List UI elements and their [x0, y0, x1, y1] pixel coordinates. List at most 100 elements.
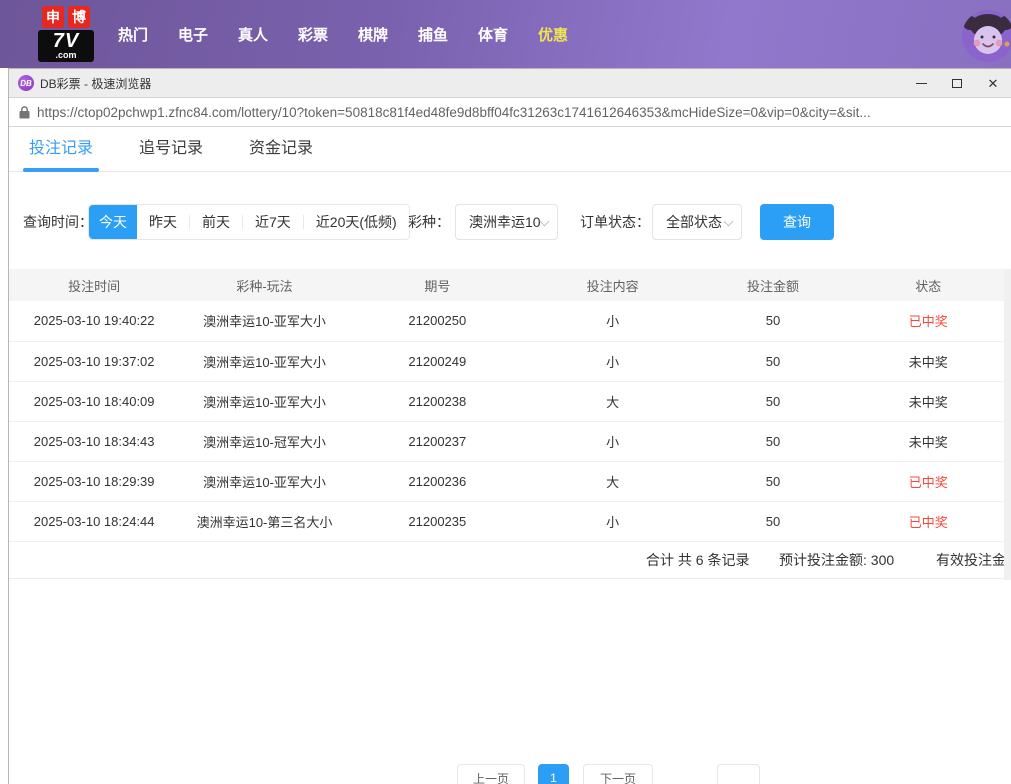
cell-status: 未中奖 — [846, 381, 1011, 421]
cell-amount: 50 — [700, 381, 845, 421]
time-option-3[interactable]: 前天 — [190, 205, 242, 239]
lock-icon — [19, 106, 30, 119]
next-page-button[interactable]: 下一页 — [583, 764, 653, 784]
url-text[interactable]: https://ctop02pchwp1.zfnc84.com/lottery/… — [37, 105, 871, 120]
cell-time: 2025-03-10 18:34:43 — [9, 421, 179, 461]
summary-expected-amount: 预计投注金额: 300 — [779, 541, 894, 579]
window-titlebar[interactable]: DB DB彩票 - 极速浏览器 ✕ — [9, 69, 1011, 98]
table-row: 2025-03-10 18:24:44澳洲幸运10-第三名大小21200235小… — [9, 501, 1011, 541]
cell-content: 大 — [525, 461, 700, 501]
logo-char-1: 申 — [42, 6, 64, 28]
status-select[interactable]: 全部状态 — [652, 204, 742, 240]
tab-chase-records[interactable]: 追号记录 — [139, 127, 203, 172]
cell-time: 2025-03-10 19:40:22 — [9, 301, 179, 341]
column-header: 期号 — [350, 269, 525, 301]
nav-item-8[interactable]: 优惠 — [523, 24, 583, 45]
site-logo[interactable]: 申 博 7V .com — [38, 6, 94, 62]
column-header: 投注内容 — [525, 269, 700, 301]
scrollbar-track[interactable] — [1004, 269, 1011, 580]
address-bar[interactable]: https://ctop02pchwp1.zfnc84.com/lottery/… — [9, 98, 1011, 127]
nav-item-1[interactable]: 热门 — [103, 24, 163, 45]
cell-content: 小 — [525, 501, 700, 541]
time-option-4[interactable]: 近7天 — [243, 205, 303, 239]
cell-status: 已中奖 — [846, 301, 1011, 341]
search-button[interactable]: 查询 — [760, 204, 834, 240]
time-option-5[interactable]: 近20天(低频) — [304, 205, 409, 239]
nav-item-6[interactable]: 捕鱼 — [403, 24, 463, 45]
time-option-2[interactable]: 昨天 — [137, 205, 189, 239]
close-button[interactable]: ✕ — [975, 69, 1011, 98]
cell-game: 澳洲幸运10-亚军大小 — [179, 461, 349, 501]
cell-time: 2025-03-10 18:29:39 — [9, 461, 179, 501]
minimize-button[interactable] — [903, 69, 939, 98]
browser-window: DB DB彩票 - 极速浏览器 ✕ https://ctop02pchwp1.z… — [8, 68, 1011, 784]
cell-issue: 21200250 — [350, 301, 525, 341]
nav-item-3[interactable]: 真人 — [223, 24, 283, 45]
window-controls: ✕ — [903, 69, 1011, 98]
logo-main-text: 7V — [38, 31, 94, 51]
cell-status: 未中奖 — [846, 341, 1011, 381]
chevron-down-icon — [724, 217, 734, 227]
cell-game: 澳洲幸运10-亚军大小 — [179, 381, 349, 421]
nav-item-5[interactable]: 棋牌 — [343, 24, 403, 45]
maximize-button[interactable] — [939, 69, 975, 98]
cell-status: 已中奖 — [846, 501, 1011, 541]
column-header: 投注时间 — [9, 269, 179, 301]
filter-bar: 查询时间： 今天昨天前天近7天近20天(低频) 彩种： 澳洲幸运10 订单状态：… — [9, 204, 1011, 240]
lottery-filter-label: 彩种： — [408, 204, 450, 240]
top-navbar: 申 博 7V .com 热门电子真人彩票棋牌捕鱼体育优惠 — [0, 0, 1011, 68]
user-avatar[interactable] — [962, 10, 1011, 62]
cell-status: 已中奖 — [846, 461, 1011, 501]
cell-amount: 50 — [700, 461, 845, 501]
summary-row: 合计 共 6 条记录 预计投注金额: 300 有效投注金额 — [9, 541, 1011, 579]
cell-time: 2025-03-10 18:40:09 — [9, 381, 179, 421]
nav-item-4[interactable]: 彩票 — [283, 24, 343, 45]
window-title: DB彩票 - 极速浏览器 — [40, 75, 151, 92]
cell-game: 澳洲幸运10-冠军大小 — [179, 421, 349, 461]
logo-main-block: 7V .com — [38, 30, 94, 62]
logo-char-2: 博 — [68, 6, 90, 28]
tab-fund-records[interactable]: 资金记录 — [249, 127, 313, 172]
current-page-button[interactable]: 1 — [538, 764, 569, 784]
table-row: 2025-03-10 18:34:43澳洲幸运10-冠军大小21200237小5… — [9, 421, 1011, 461]
nav-item-7[interactable]: 体育 — [463, 24, 523, 45]
cell-time: 2025-03-10 18:24:44 — [9, 501, 179, 541]
cell-amount: 50 — [700, 421, 845, 461]
page-content: 投注记录 追号记录 资金记录 查询时间： 今天昨天前天近7天近20天(低频) 彩… — [9, 127, 1011, 783]
avatar-image — [962, 10, 1011, 62]
cell-issue: 21200238 — [350, 381, 525, 421]
bet-records-table: 投注时间彩种-玩法期号投注内容投注金额状态 2025-03-10 19:40:2… — [9, 269, 1011, 542]
chevron-down-icon — [540, 217, 550, 227]
column-header: 彩种-玩法 — [179, 269, 349, 301]
logo-sub-text: .com — [38, 51, 94, 60]
page-jump-box[interactable] — [717, 764, 760, 784]
time-filter-label: 查询时间： — [23, 204, 93, 240]
tab-bar: 投注记录 追号记录 资金记录 — [9, 127, 1011, 172]
cell-content: 大 — [525, 381, 700, 421]
cell-issue: 21200236 — [350, 461, 525, 501]
time-option-1[interactable]: 今天 — [89, 205, 137, 239]
cell-issue: 21200249 — [350, 341, 525, 381]
cell-game: 澳洲幸运10-第三名大小 — [179, 501, 349, 541]
column-header: 状态 — [846, 269, 1011, 301]
cell-game: 澳洲幸运10-亚军大小 — [179, 301, 349, 341]
cell-content: 小 — [525, 421, 700, 461]
pagination: 上一页 1 下一页 — [9, 764, 1011, 784]
tab-bet-records[interactable]: 投注记录 — [29, 127, 93, 172]
cell-content: 小 — [525, 341, 700, 381]
table-header-row: 投注时间彩种-玩法期号投注内容投注金额状态 — [9, 269, 1011, 301]
cell-issue: 21200237 — [350, 421, 525, 461]
lottery-select-value: 澳洲幸运10 — [469, 212, 541, 232]
cell-amount: 50 — [700, 501, 845, 541]
table-row: 2025-03-10 18:29:39澳洲幸运10-亚军大小21200236大5… — [9, 461, 1011, 501]
table-row: 2025-03-10 19:37:02澳洲幸运10-亚军大小21200249小5… — [9, 341, 1011, 381]
cell-time: 2025-03-10 19:37:02 — [9, 341, 179, 381]
browser-favicon-icon: DB — [18, 75, 34, 91]
cell-status: 未中奖 — [846, 421, 1011, 461]
table-row: 2025-03-10 18:40:09澳洲幸运10-亚军大小21200238大5… — [9, 381, 1011, 421]
cell-amount: 50 — [700, 301, 845, 341]
nav-menu: 热门电子真人彩票棋牌捕鱼体育优惠 — [103, 0, 583, 68]
lottery-select[interactable]: 澳洲幸运10 — [455, 204, 558, 240]
nav-item-2[interactable]: 电子 — [163, 24, 223, 45]
prev-page-button[interactable]: 上一页 — [457, 764, 525, 784]
